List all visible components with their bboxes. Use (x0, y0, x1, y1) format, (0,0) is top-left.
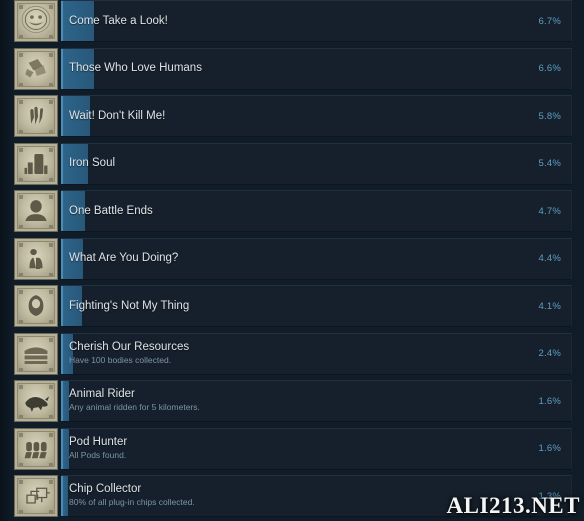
achievement-description: All Pods found. (69, 449, 127, 460)
factory-tower-icon (17, 145, 55, 182)
achievement-title: Pod Hunter (69, 435, 128, 448)
achievement-row[interactable]: What Are You Doing? 4.4% (0, 237, 584, 280)
achievement-body: What Are You Doing? 4.4% (61, 237, 572, 280)
running-beast-icon (17, 383, 55, 419)
achievement-global-percent: 2.4% (538, 348, 561, 359)
achievement-row[interactable]: One Battle Ends 4.7% (0, 190, 584, 232)
achievement-body: Animal Rider Any animal ridden for 5 kilo… (61, 380, 572, 422)
achievement-text: Animal Rider Any animal ridden for 5 kilo… (69, 381, 497, 421)
achievement-global-percent: 6.7% (538, 15, 561, 27)
achievement-progress-bar (61, 476, 68, 516)
achievement-global-percent: 5.8% (538, 110, 561, 122)
achievement-global-percent: 4.7% (538, 205, 561, 217)
achievement-icon (14, 95, 58, 137)
achievement-text: Cherish Our Resources Have 100 bodies col… (69, 334, 497, 374)
achievement-row[interactable]: Animal Rider Any animal ridden for 5 kilo… (0, 380, 584, 422)
achievement-progress-bar (61, 381, 69, 421)
achievement-icon (14, 0, 58, 42)
achievement-description: 80% of all plug-in chips collected. (69, 497, 195, 507)
achievement-icon (14, 47, 58, 90)
hands-raised-icon (17, 98, 55, 134)
achievement-title: Iron Soul (69, 157, 116, 169)
achievement-text: Chip Collector 80% of all plug-in chips c… (69, 476, 497, 516)
achievement-global-percent: 1.6% (538, 395, 561, 407)
achievement-title: Chip Collector (69, 483, 142, 495)
achievement-text: Fighting's Not My Thing (69, 286, 497, 326)
achievement-row[interactable]: Chip Collector 80% of all plug-in chips c… (0, 475, 584, 517)
achievement-body: Those Who Love Humans 6.6% (61, 47, 572, 90)
achievement-list: Come Take a Look! 6.7% Those Who Love Huma… (0, 0, 584, 521)
achievement-icon (14, 475, 58, 517)
achievement-global-percent: 1.6% (538, 443, 561, 454)
achievement-icon (14, 142, 58, 185)
achievement-progress-bar (61, 428, 69, 469)
achievement-text: Wait! Don't Kill Me! (69, 96, 497, 136)
achievement-body: Cherish Our Resources Have 100 bodies col… (61, 332, 572, 375)
achievement-row[interactable]: Come Take a Look! 6.7% (0, 0, 584, 42)
achievement-body: Chip Collector 80% of all plug-in chips c… (61, 475, 572, 517)
achievement-text: Pod Hunter All Pods found. (69, 429, 497, 469)
achievement-text: What Are You Doing? (69, 239, 497, 279)
achievement-global-percent: 4.1% (538, 300, 561, 312)
achievement-description: Have 100 bodies collected. (69, 354, 172, 365)
achievement-global-percent: 1.3% (538, 490, 561, 502)
figure-bust-icon (17, 193, 55, 229)
achievement-icon (14, 237, 58, 280)
achievement-icon (14, 380, 58, 422)
achievement-title: Animal Rider (69, 388, 135, 400)
achievement-title: Those Who Love Humans (69, 62, 202, 74)
achievement-body: One Battle Ends 4.7% (61, 190, 572, 232)
achievement-icon (14, 285, 58, 327)
achievement-title: Fighting's Not My Thing (69, 299, 190, 312)
achievement-row[interactable]: Those Who Love Humans 6.6% (0, 47, 584, 90)
achievement-body: Come Take a Look! 6.7% (61, 0, 572, 42)
achievement-row[interactable]: Wait! Don't Kill Me! 5.8% (0, 95, 584, 137)
achievement-icon (14, 332, 58, 375)
shards-icon (17, 50, 55, 87)
achievement-row[interactable]: Fighting's Not My Thing 4.1% (0, 285, 584, 327)
achievement-title: One Battle Ends (69, 204, 153, 217)
achievement-title: Wait! Don't Kill Me! (69, 109, 166, 122)
mask-face-icon (17, 3, 55, 39)
achievement-text: Iron Soul (69, 144, 497, 184)
circuit-chip-icon (17, 478, 55, 514)
achievement-text: Those Who Love Humans (69, 49, 497, 89)
achievement-icon (14, 190, 58, 232)
two-figures-icon (17, 240, 55, 277)
achievement-global-percent: 4.4% (538, 253, 561, 264)
achievement-title: What Are You Doing? (69, 252, 179, 264)
achievement-description: Any animal ridden for 5 kilometers. (69, 402, 200, 412)
achievement-row[interactable]: Iron Soul 5.4% (0, 142, 584, 185)
achievement-row[interactable]: Cherish Our Resources Have 100 bodies col… (0, 332, 584, 375)
achievement-icon (14, 427, 58, 470)
achievement-body: Wait! Don't Kill Me! 5.8% (61, 95, 572, 137)
achievement-body: Pod Hunter All Pods found. 1.6% (61, 427, 572, 470)
achievement-global-percent: 5.4% (538, 158, 561, 169)
achievement-text: One Battle Ends (69, 191, 497, 231)
achievement-text: Come Take a Look! (69, 1, 497, 41)
achievement-title: Cherish Our Resources (69, 340, 190, 353)
container-icon (17, 335, 55, 372)
hooded-figure-icon (17, 288, 55, 324)
achievement-row[interactable]: Pod Hunter All Pods found. 1.6% (0, 427, 584, 470)
achievement-title: Come Take a Look! (69, 14, 168, 27)
achievement-body: Iron Soul 5.4% (61, 142, 572, 185)
achievement-global-percent: 6.6% (538, 63, 561, 74)
three-pods-icon (17, 430, 55, 467)
achievement-body: Fighting's Not My Thing 4.1% (61, 285, 572, 327)
